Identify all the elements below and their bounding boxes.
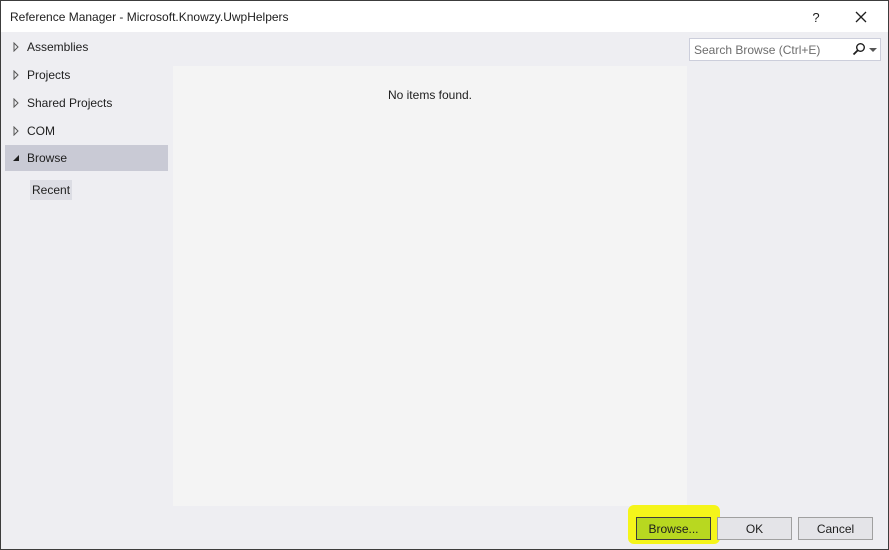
help-button[interactable]: ? [796, 4, 836, 30]
search-input[interactable] [694, 42, 846, 57]
close-icon [855, 11, 867, 23]
cancel-button[interactable]: Cancel [798, 517, 873, 540]
details-pane [688, 66, 888, 506]
search-icon[interactable] [852, 42, 866, 56]
expand-arrow-icon [5, 70, 27, 80]
close-button[interactable] [841, 4, 881, 30]
nav-item-label: Projects [27, 68, 71, 82]
empty-message: No items found. [387, 88, 473, 102]
browse-button[interactable]: Browse... [636, 517, 711, 540]
expand-arrow-icon [5, 98, 27, 108]
nav-item-assemblies[interactable]: Assemblies [5, 34, 168, 60]
nav-item-label: Shared Projects [27, 96, 113, 110]
search-box [689, 38, 881, 61]
nav-item-browse[interactable]: Browse [5, 145, 168, 171]
category-nav: Assemblies Projects Shared Projects COM [1, 32, 171, 511]
nav-subitem-recent[interactable]: Recent [30, 180, 73, 200]
nav-item-label: Browse [27, 151, 68, 165]
expand-arrow-icon [5, 126, 27, 136]
nav-item-shared-projects[interactable]: Shared Projects [5, 90, 168, 116]
nav-item-label: Assemblies [27, 40, 89, 54]
nav-item-com[interactable]: COM [5, 118, 168, 144]
results-pane: No items found. [173, 66, 687, 506]
reference-manager-dialog: Reference Manager - Microsoft.Knowzy.Uwp… [0, 0, 889, 550]
search-options-dropdown-icon[interactable] [868, 42, 878, 56]
expand-arrow-icon [5, 42, 27, 52]
nav-item-projects[interactable]: Projects [5, 62, 168, 88]
window-title: Reference Manager - Microsoft.Knowzy.Uwp… [10, 10, 289, 24]
nav-item-label: COM [27, 124, 55, 138]
title-bar: Reference Manager - Microsoft.Knowzy.Uwp… [1, 1, 888, 32]
ok-button[interactable]: OK [717, 517, 792, 540]
collapse-arrow-icon [5, 154, 27, 162]
dialog-body: Assemblies Projects Shared Projects COM [1, 32, 888, 511]
